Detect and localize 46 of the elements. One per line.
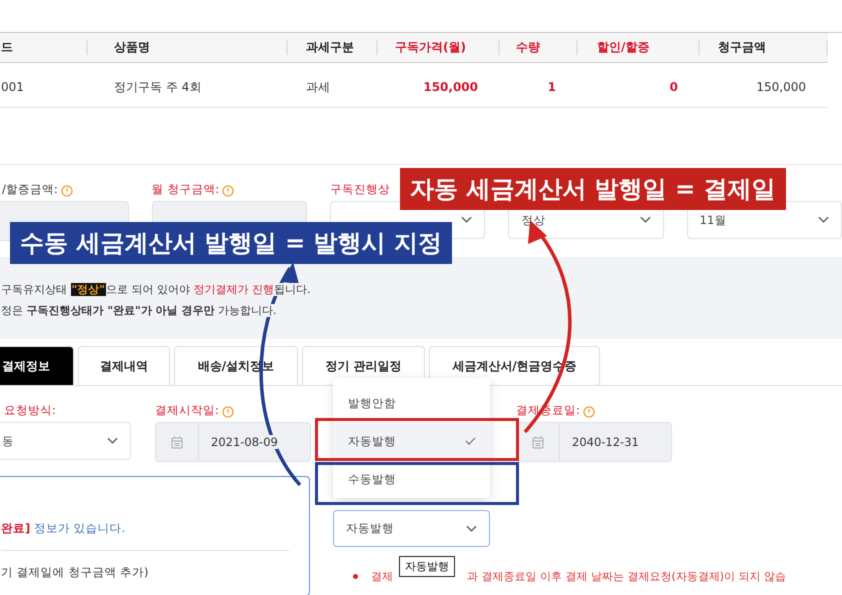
warning-text: 결제 [371, 569, 394, 585]
info-message: 완료] 정보가 있습니다. [1, 521, 126, 536]
field-label: /할증금액: [2, 182, 58, 197]
bullet-icon [353, 574, 358, 579]
table-cell: 0 [670, 80, 678, 94]
annotation-tooltip: 수동 세금계산서 발행일 = 발행시 지정 [10, 222, 452, 264]
check-icon [465, 437, 476, 445]
dropdown-option[interactable]: 자동발행 [333, 422, 490, 460]
dropdown-option[interactable]: 발행안함 [333, 384, 490, 422]
calendar-icon [171, 436, 183, 448]
table-cell: 과세 [306, 80, 330, 94]
annotation-tooltip: 자동 세금계산서 발행일 = 결제일 [400, 168, 786, 210]
date-field[interactable]: 2040-12-31 [572, 435, 639, 449]
chevron-down-icon [107, 437, 118, 445]
chevron-down-icon [461, 216, 472, 224]
tab[interactable]: 결제정보 [0, 346, 74, 385]
field-label: 월 청구금액: [152, 182, 220, 197]
field-label: 구독진행상 [330, 182, 390, 197]
column-header: 구독가격(월) [395, 39, 466, 56]
table-cell: 1 [548, 80, 556, 94]
field-label: 요청방식: [4, 403, 56, 418]
chevron-down-icon [466, 524, 477, 532]
chevron-down-icon [640, 216, 651, 224]
column-header: 드 [1, 39, 13, 56]
column-header: 과세구분 [306, 39, 354, 56]
chevron-down-icon [818, 216, 829, 224]
tooltip: 자동발행 [399, 556, 455, 577]
column-header: 청구금액 [718, 39, 766, 56]
notice-text: 정은 구독진행상태가 "완료"가 아닐 경우만 가능합니다. [1, 304, 276, 317]
table-cell: 150,000 [423, 80, 478, 94]
column-header: 상품명 [114, 39, 150, 56]
invoice-select[interactable]: 자동발행 [333, 510, 490, 547]
calendar-icon [532, 436, 544, 448]
tab[interactable]: 결제내역 [78, 346, 170, 385]
table-cell: 정기구독 주 4회 [114, 80, 202, 94]
warning-text: 과 결제종료일 이후 결제 날짜는 결제요청(자동결제)이 되지 않습 [467, 569, 788, 585]
date-field[interactable]: 2021-08-09 [211, 435, 278, 449]
column-header: 할인/할증 [597, 39, 650, 56]
info-text: 기 결제일에 청구금액 추가) [1, 565, 150, 580]
select-field[interactable]: 동 [0, 422, 131, 460]
notice-text: 구독유지상태 "정상"으로 되어 있어야 정기결제가 진행됩니다. [1, 283, 310, 296]
column-header: 수량 [516, 39, 540, 56]
table-cell: 001 [1, 80, 24, 94]
field-label: 결제시작일: [155, 403, 219, 418]
table-cell: 150,000 [756, 80, 806, 94]
dropdown-option[interactable]: 수동발행 [333, 460, 490, 498]
